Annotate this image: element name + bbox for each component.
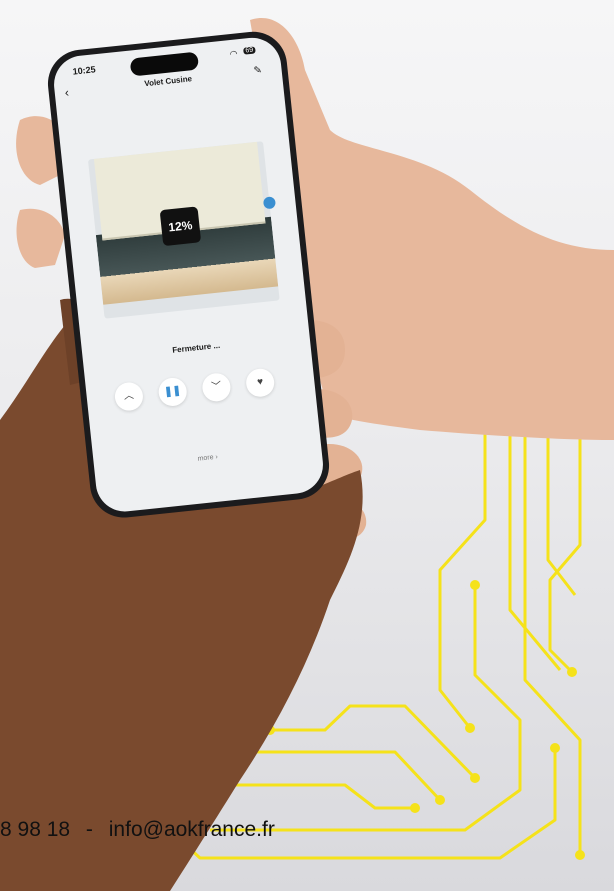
favorite-button[interactable]: ♥ [244,367,276,399]
separator: - [85,818,93,841]
chevron-down-icon: ﹀ [210,380,222,393]
battery-badge: 69 [243,46,256,55]
wifi-icon: ◠ [229,48,239,60]
pause-icon: ❚❚ [163,385,182,398]
down-button[interactable]: ﹀ [201,371,232,403]
heart-icon: ♥ [256,376,264,389]
contact-email[interactable]: info@aokfrance.fr [109,818,275,841]
position-slider-handle[interactable] [262,196,277,210]
status-time: 10:25 [72,64,97,77]
more-link[interactable]: more › [180,452,236,465]
pause-button[interactable]: ❚❚ [157,376,189,408]
contact-footer: 8 98 18 - info@aokfrance.fr [0,818,275,842]
phone-number-fragment: 8 98 18 [0,818,71,841]
position-badge: 12% [159,206,202,247]
chevron-up-icon: ︿ [123,390,135,403]
position-percent: 12% [167,218,194,235]
back-icon[interactable]: ‹ [64,85,69,99]
page-title: Volet Cusine [143,74,193,89]
motion-status: Fermeture ... [171,340,221,355]
up-button[interactable]: ︿ [113,381,145,412]
blind-preview[interactable]: 12% [87,141,280,319]
phone-screen: 10:25 ◠ 69 ‹ Volet Cusine ✎ 12% Fermetur… [51,35,326,514]
edit-icon[interactable]: ✎ [253,65,262,77]
